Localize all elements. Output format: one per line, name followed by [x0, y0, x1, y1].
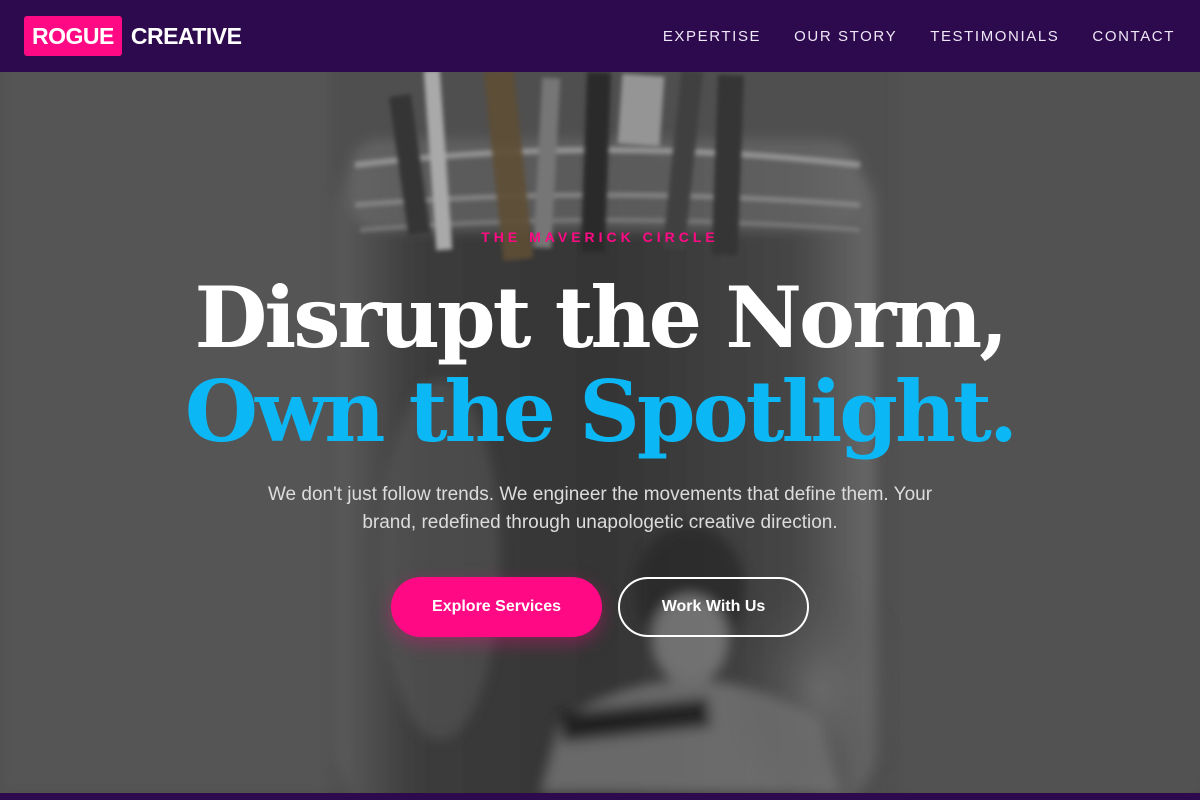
logo-badge: ROGUE	[24, 16, 122, 56]
hero-headline-line1: Disrupt the Norm,	[194, 268, 1009, 367]
nav-link-our-story[interactable]: OUR STORY	[794, 28, 897, 45]
hero-subtext: We don't just follow trends. We engineer…	[267, 484, 933, 533]
nav-link-expertise[interactable]: EXPERTISE	[663, 28, 761, 45]
top-navigation: ROGUE CREATIVE EXPERTISE OUR STORY TESTI…	[0, 0, 1200, 72]
brand-logo[interactable]: ROGUE CREATIVE	[24, 16, 242, 56]
hero-headline-line2: Own the Spotlight.	[184, 362, 1018, 461]
logo-wordmark: CREATIVE	[130, 22, 242, 49]
nav-links: EXPERTISE OUR STORY TESTIMONIALS CONTACT	[663, 0, 1175, 72]
nav-link-contact[interactable]: CONTACT	[1092, 28, 1175, 45]
explore-services-button[interactable]: Explore Services	[391, 577, 602, 637]
next-section-edge	[0, 793, 1200, 800]
hero-eyebrow: THE MAVERICK CIRCLE	[481, 229, 719, 245]
work-with-us-button[interactable]: Work With Us	[618, 577, 809, 637]
nav-link-testimonials[interactable]: TESTIMONIALS	[930, 28, 1059, 45]
